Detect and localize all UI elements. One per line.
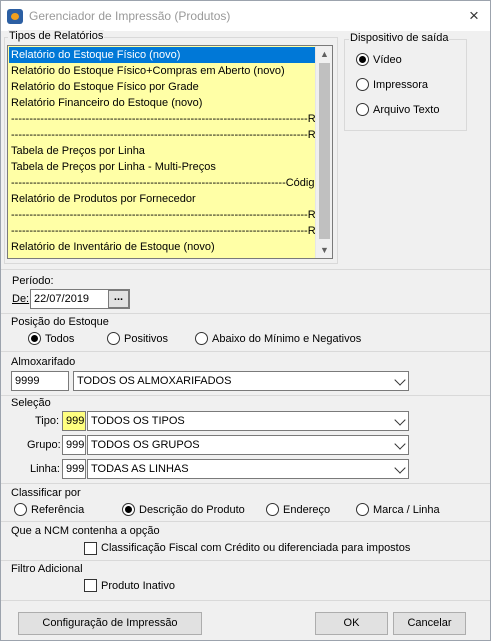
report-item[interactable]: Tabela de Preços por Linha - Multi-Preço… <box>9 159 319 175</box>
output-textfile-radio[interactable] <box>356 103 369 116</box>
report-item[interactable]: Relatório Financeiro do Estoque (novo) <box>9 95 319 111</box>
sort-brand-label[interactable]: Marca / Linha <box>373 504 440 516</box>
warehouse-label: Almoxarifado <box>11 356 76 368</box>
report-item[interactable]: ----------------------------------------… <box>9 207 319 223</box>
report-item[interactable]: ----------------------------------------… <box>9 111 319 127</box>
inactive-product-checkbox[interactable] <box>84 579 97 592</box>
selection-label: Seleção <box>11 397 51 409</box>
ok-button[interactable]: OK <box>315 612 388 635</box>
divider <box>1 600 490 601</box>
line-code-input[interactable]: 999 <box>62 459 86 479</box>
group-select-value: TODOS OS GRUPOS <box>91 439 200 451</box>
type-code-input[interactable]: 999 <box>62 411 86 431</box>
output-textfile-label[interactable]: Arquivo Texto <box>373 104 439 116</box>
output-printer-radio[interactable] <box>356 78 369 91</box>
divider <box>1 483 490 484</box>
type-select[interactable]: TODOS OS TIPOS <box>87 411 409 431</box>
title-bar: Gerenciador de Impressão (Produtos) × <box>1 1 490 31</box>
app-icon <box>7 9 23 24</box>
stock-position-label: Posição do Estoque <box>11 316 109 328</box>
report-item[interactable]: ----------------------------------------… <box>9 127 319 143</box>
chevron-down-icon <box>394 438 406 450</box>
stock-positive-radio[interactable] <box>107 332 120 345</box>
report-item[interactable]: Relatório do Estoque Físico+Compras em A… <box>9 63 319 79</box>
scroll-thumb[interactable] <box>319 63 330 239</box>
extra-filter-label: Filtro Adicional <box>11 563 83 575</box>
sort-description-label[interactable]: Descrição do Produto <box>139 504 245 516</box>
divider <box>1 351 490 352</box>
divider <box>1 521 490 522</box>
stock-all-radio[interactable] <box>28 332 41 345</box>
report-item[interactable]: Tabela de Preços por Linha <box>9 143 319 159</box>
stock-all-label[interactable]: Todos <box>45 333 74 345</box>
sort-address-label[interactable]: Endereço <box>283 504 330 516</box>
report-item[interactable]: Relatório de Produtos por Fornecedor <box>9 191 319 207</box>
output-video-label[interactable]: Vídeo <box>373 54 402 66</box>
ncm-checkbox[interactable] <box>84 542 97 555</box>
window-title: Gerenciador de Impressão (Produtos) <box>29 9 231 23</box>
report-item[interactable]: Relatório do Estoque Físico (novo) <box>9 47 319 63</box>
date-picker-button[interactable]: ... <box>108 290 129 308</box>
print-config-button[interactable]: Configuração de Impressão <box>18 612 202 635</box>
group-select[interactable]: TODOS OS GRUPOS <box>87 435 409 455</box>
ncm-checkbox-label[interactable]: Classificação Fiscal com Crédito ou dife… <box>101 542 410 554</box>
stock-below-min-radio[interactable] <box>195 332 208 345</box>
print-manager-window: Gerenciador de Impressão (Produtos) × Ti… <box>0 0 491 641</box>
line-select-value: TODAS AS LINHAS <box>91 463 189 475</box>
close-icon[interactable]: × <box>461 4 487 28</box>
chevron-down-icon <box>394 414 406 426</box>
stock-below-min-label[interactable]: Abaixo do Mínimo e Negativos <box>212 333 361 345</box>
line-label: Linha: <box>30 463 60 475</box>
cancel-button[interactable]: Cancelar <box>393 612 466 635</box>
sort-description-radio[interactable] <box>122 503 135 516</box>
divider <box>1 560 490 561</box>
sort-by-label: Classificar por <box>11 487 81 499</box>
scroll-up-icon[interactable]: ▲ <box>316 46 332 62</box>
ncm-label: Que a NCM contenha a opção <box>11 525 160 537</box>
sort-brand-radio[interactable] <box>356 503 369 516</box>
warehouse-select-value: TODOS OS ALMOXARIFADOS <box>77 375 232 387</box>
divider <box>1 269 490 270</box>
type-label: Tipo: <box>35 415 60 427</box>
sort-address-radio[interactable] <box>266 503 279 516</box>
chevron-down-icon <box>394 462 406 474</box>
divider <box>1 313 490 314</box>
sort-reference-radio[interactable] <box>14 503 27 516</box>
warehouse-code-input[interactable]: 9999 <box>11 371 69 391</box>
report-item[interactable]: Relatório do Estoque Físico por Grade <box>9 79 319 95</box>
output-printer-label[interactable]: Impressora <box>373 79 428 91</box>
warehouse-select[interactable]: TODOS OS ALMOXARIFADOS <box>73 371 409 391</box>
chevron-down-icon <box>394 374 406 386</box>
group-label: Grupo: <box>27 439 61 451</box>
scroll-down-icon[interactable]: ▼ <box>316 242 332 258</box>
sort-reference-label[interactable]: Referência <box>31 504 84 516</box>
report-types-list[interactable]: Relatório do Estoque Físico (novo) Relat… <box>7 45 333 259</box>
inactive-product-label[interactable]: Produto Inativo <box>101 580 175 592</box>
report-list-scrollbar[interactable]: ▲ ▼ <box>315 46 332 258</box>
report-types-label: Tipos de Relatórios <box>8 30 105 42</box>
line-select[interactable]: TODAS AS LINHAS <box>87 459 409 479</box>
report-item[interactable]: Relatório de Inventário de Estoque (novo… <box>9 239 319 255</box>
group-code-input[interactable]: 999 <box>62 435 86 455</box>
output-video-radio[interactable] <box>356 53 369 66</box>
stock-positive-label[interactable]: Positivos <box>124 333 168 345</box>
period-label: Período: <box>12 275 54 287</box>
type-select-value: TODOS OS TIPOS <box>91 415 185 427</box>
output-device-label: Dispositivo de saída <box>349 32 450 44</box>
date-from-label: De: <box>12 293 30 305</box>
report-item[interactable]: ----------------------------------------… <box>9 175 319 191</box>
report-item[interactable]: ----------------------------------------… <box>9 223 319 239</box>
divider <box>1 395 490 396</box>
